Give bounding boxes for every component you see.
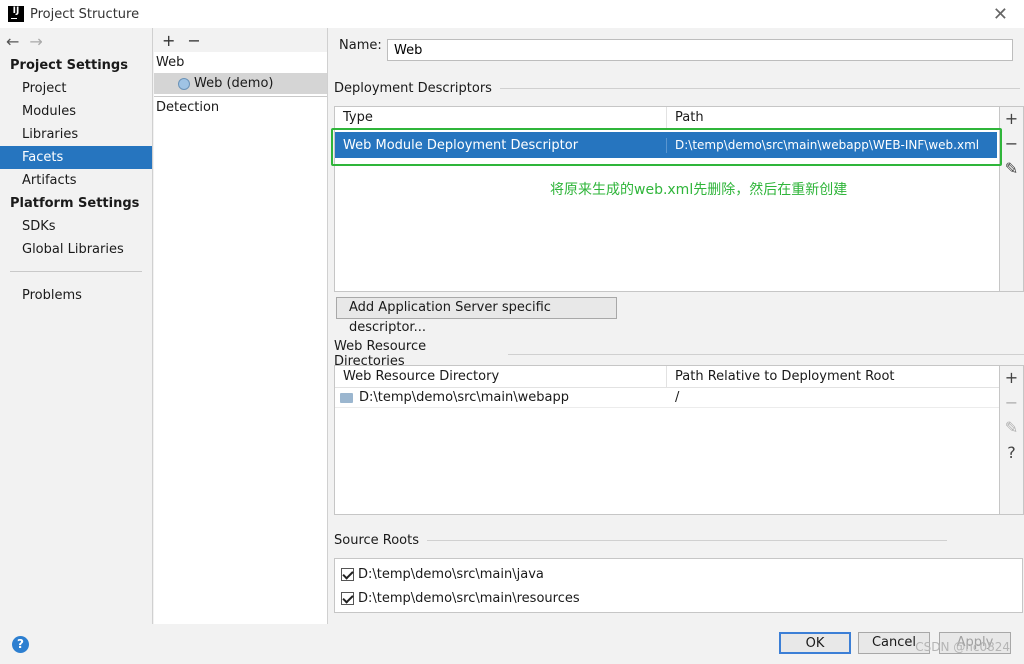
sidebar-item-global-libraries[interactable]: Global Libraries [0, 238, 152, 261]
edit-icon[interactable]: ✎ [1005, 159, 1018, 178]
column-directory[interactable]: Web Resource Directory [335, 366, 667, 387]
web-resource-table: Web Resource Directory Path Relative to … [334, 365, 1024, 515]
table-row[interactable]: D:\temp\demo\src\main\webapp / [335, 388, 999, 408]
resource-tools: + − ✎ ? [999, 366, 1023, 514]
title-bar: IJ Project Structure ✕ [0, 0, 1024, 28]
folder-icon [340, 392, 353, 403]
column-type[interactable]: Type [335, 107, 667, 128]
list-item[interactable]: D:\temp\demo\src\main\resources [335, 586, 1022, 610]
remove-icon[interactable]: − [1005, 134, 1018, 153]
close-icon[interactable]: ✕ [993, 4, 1008, 25]
remove-icon[interactable]: − [1005, 393, 1018, 412]
name-input[interactable] [387, 39, 1013, 61]
annotation-text: 将原来生成的web.xml先删除，然后在重新创建 [550, 182, 848, 198]
descriptor-tools: + − ✎ [999, 107, 1023, 291]
sidebar-item-problems[interactable]: Problems [0, 284, 152, 307]
sidebar-item-artifacts[interactable]: Artifacts [0, 169, 152, 192]
intellij-logo-icon: IJ [8, 6, 24, 22]
settings-sidebar: ← → Project Settings Project Modules Lib… [0, 28, 153, 624]
name-row: Name: [339, 38, 394, 53]
source-roots-list: D:\temp\demo\src\main\java D:\temp\demo\… [334, 558, 1023, 613]
tree-item-web-demo[interactable]: Web (demo) [154, 73, 327, 94]
list-item[interactable]: D:\temp\demo\src\main\java [335, 562, 1022, 586]
sidebar-divider [10, 271, 142, 272]
nav-arrows: ← → [0, 28, 152, 54]
cell-directory: D:\temp\demo\src\main\webapp [335, 390, 667, 405]
help-icon[interactable]: ? [12, 636, 29, 653]
sidebar-item-libraries[interactable]: Libraries [0, 123, 152, 146]
column-relative-path[interactable]: Path Relative to Deployment Root [667, 366, 999, 387]
sidebar-item-facets[interactable]: Facets [0, 146, 152, 169]
window-title: Project Structure [30, 6, 140, 22]
sidebar-item-sdks[interactable]: SDKs [0, 215, 152, 238]
platform-settings-header: Platform Settings [10, 196, 140, 211]
add-facet-button[interactable]: + [162, 31, 175, 50]
add-server-descriptor-button[interactable]: Add Application Server specific descript… [336, 297, 617, 335]
facet-settings-panel: Name: Deployment Descriptors Type Path W… [329, 28, 1024, 624]
tree-item-label: Web (demo) [194, 76, 274, 91]
highlight-box [331, 128, 1002, 166]
facets-tree: + − Web Web (demo) Detection [154, 28, 328, 624]
table-header: Type Path [335, 107, 999, 129]
source-root-path: D:\temp\demo\src\main\resources [358, 590, 580, 606]
sidebar-item-project[interactable]: Project [0, 77, 152, 100]
add-icon[interactable]: + [1005, 368, 1018, 387]
name-label: Name: [339, 38, 382, 53]
tree-item-web[interactable]: Web [154, 52, 327, 73]
remove-facet-button[interactable]: − [187, 31, 200, 50]
source-root-path: D:\temp\demo\src\main\java [358, 566, 544, 582]
project-settings-header: Project Settings [10, 58, 128, 73]
resources-root-checkbox[interactable] [341, 591, 354, 605]
source-roots-title: Source Roots [334, 533, 947, 548]
dialog-footer: ? OK Cancel Apply CSDN @hc0824 [0, 624, 1024, 664]
java-root-checkbox[interactable] [341, 567, 354, 581]
watermark: CSDN @hc0824 [915, 640, 1010, 654]
tree-item-detection[interactable]: Detection [154, 97, 327, 118]
cell-relative-path: / [675, 390, 680, 405]
ok-button[interactable]: OK [779, 632, 851, 654]
back-arrow-icon[interactable]: ← [6, 32, 19, 51]
web-facet-icon [178, 77, 190, 90]
add-icon[interactable]: + [1005, 109, 1018, 128]
tree-toolbar: + − [154, 28, 327, 52]
sidebar-item-modules[interactable]: Modules [0, 100, 152, 123]
deployment-descriptors-title: Deployment Descriptors [334, 81, 1020, 96]
help-question-icon[interactable]: ? [1007, 443, 1016, 462]
column-path[interactable]: Path [667, 107, 999, 128]
forward-arrow-icon[interactable]: → [29, 32, 42, 51]
edit-icon[interactable]: ✎ [1005, 418, 1018, 437]
table-header: Web Resource Directory Path Relative to … [335, 366, 999, 388]
